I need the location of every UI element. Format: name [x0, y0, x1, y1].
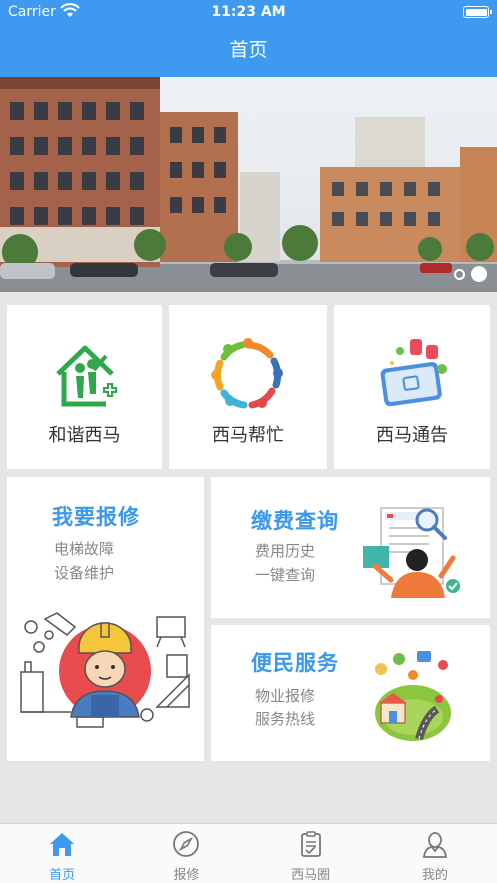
person-icon: [422, 832, 447, 858]
tile-label-help: 西马帮忙: [212, 425, 284, 446]
carousel-indicator[interactable]: [454, 266, 487, 282]
carousel-dot[interactable]: [454, 268, 465, 280]
community-circle-icon: [211, 338, 283, 409]
tab-circle[interactable]: 西马圈: [249, 824, 373, 883]
payment-title: 缴费查询: [251, 509, 339, 533]
tile-label-harmony: 和谐西马: [48, 425, 121, 446]
repair-worker-illustration: [20, 612, 190, 728]
compass-icon: [173, 831, 200, 857]
tile-help[interactable]: 西马帮忙: [169, 305, 327, 469]
tab-label-circle: 西马圈: [291, 868, 331, 883]
status-bar: Carrier 11:23 AM: [0, 0, 497, 26]
battery-icon: [463, 6, 492, 18]
tab-repair[interactable]: 报修: [124, 824, 248, 883]
payment-card[interactable]: 缴费查询 费用历史 一键查询: [211, 477, 490, 618]
payment-line-1: 费用历史: [255, 542, 316, 560]
home-icon: [50, 833, 75, 856]
banner-image: [0, 77, 497, 292]
repair-title: 我要报修: [52, 505, 140, 529]
page-title: 首页: [229, 39, 268, 61]
banner-carousel[interactable]: [0, 77, 497, 292]
repair-card[interactable]: 我要报修 电梯故障 设备维护: [7, 477, 204, 761]
nav-bar: 首页: [0, 26, 497, 77]
service-line-1: 物业报修: [255, 687, 316, 705]
tab-mine[interactable]: 我的: [373, 824, 497, 883]
tab-bar: 首页 报修 西马圈 我的: [0, 823, 497, 883]
service-card[interactable]: 便民服务 物业报修 服务热线: [211, 625, 490, 761]
house-family-icon: [56, 345, 117, 407]
tile-label-notice: 西马通告: [376, 425, 448, 446]
service-line-2: 服务热线: [255, 710, 316, 728]
tab-label-home: 首页: [49, 868, 76, 883]
repair-line-1: 电梯故障: [54, 540, 115, 558]
service-title: 便民服务: [251, 651, 339, 675]
clipboard-icon: [300, 831, 321, 857]
payment-line-2: 一键查询: [255, 566, 316, 584]
tab-label-repair: 报修: [173, 868, 200, 883]
tile-notice[interactable]: 西马通告: [334, 305, 490, 469]
tab-home[interactable]: 首页: [0, 824, 124, 883]
repair-line-2: 设备维护: [54, 564, 115, 582]
bill-query-illustration: [363, 507, 460, 598]
tablet-notice-icon: [380, 339, 447, 407]
service-town-illustration: [375, 651, 451, 741]
tab-label-mine: 我的: [421, 868, 448, 883]
clock: 11:23 AM: [211, 4, 286, 20]
tile-harmony[interactable]: 和谐西马: [7, 305, 162, 469]
carousel-dot-active[interactable]: [471, 266, 487, 282]
